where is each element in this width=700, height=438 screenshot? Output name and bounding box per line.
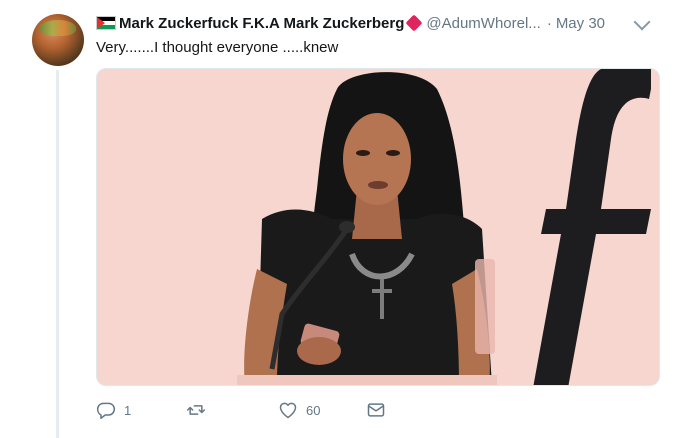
envelope-icon [367,403,385,417]
author-handle[interactable]: @AdumWhorel... [426,15,540,32]
retweet-button[interactable] [186,398,214,422]
red-diamond-icon [405,14,423,32]
reply-button[interactable]: 1 [96,398,131,422]
author-display-name[interactable]: Mark Zuckerfuck F.K.A Mark Zuckerberg [119,15,404,32]
palestine-flag-icon [96,16,116,30]
tweet-text: Very.......I thought everyone .....knew [96,39,339,56]
retweet-icon [186,405,206,415]
woman-at-podium-photo [237,72,497,385]
reply-icon [96,402,116,420]
tweet-header: Mark Zuckerfuck F.K.A Mark Zuckerberg @A… [96,12,696,34]
like-count: 60 [306,402,321,418]
direct-message-button[interactable] [366,398,386,422]
like-button[interactable]: 60 [278,398,320,422]
tweet-action-bar: 1 60 [96,398,656,422]
thread-line [56,70,59,438]
heart-icon [279,402,297,419]
tweet-date[interactable]: May 30 [556,15,605,32]
tweet-media-image[interactable] [96,68,660,386]
reply-count: 1 [124,402,132,418]
avatar[interactable] [32,14,84,66]
separator: · [546,14,552,32]
